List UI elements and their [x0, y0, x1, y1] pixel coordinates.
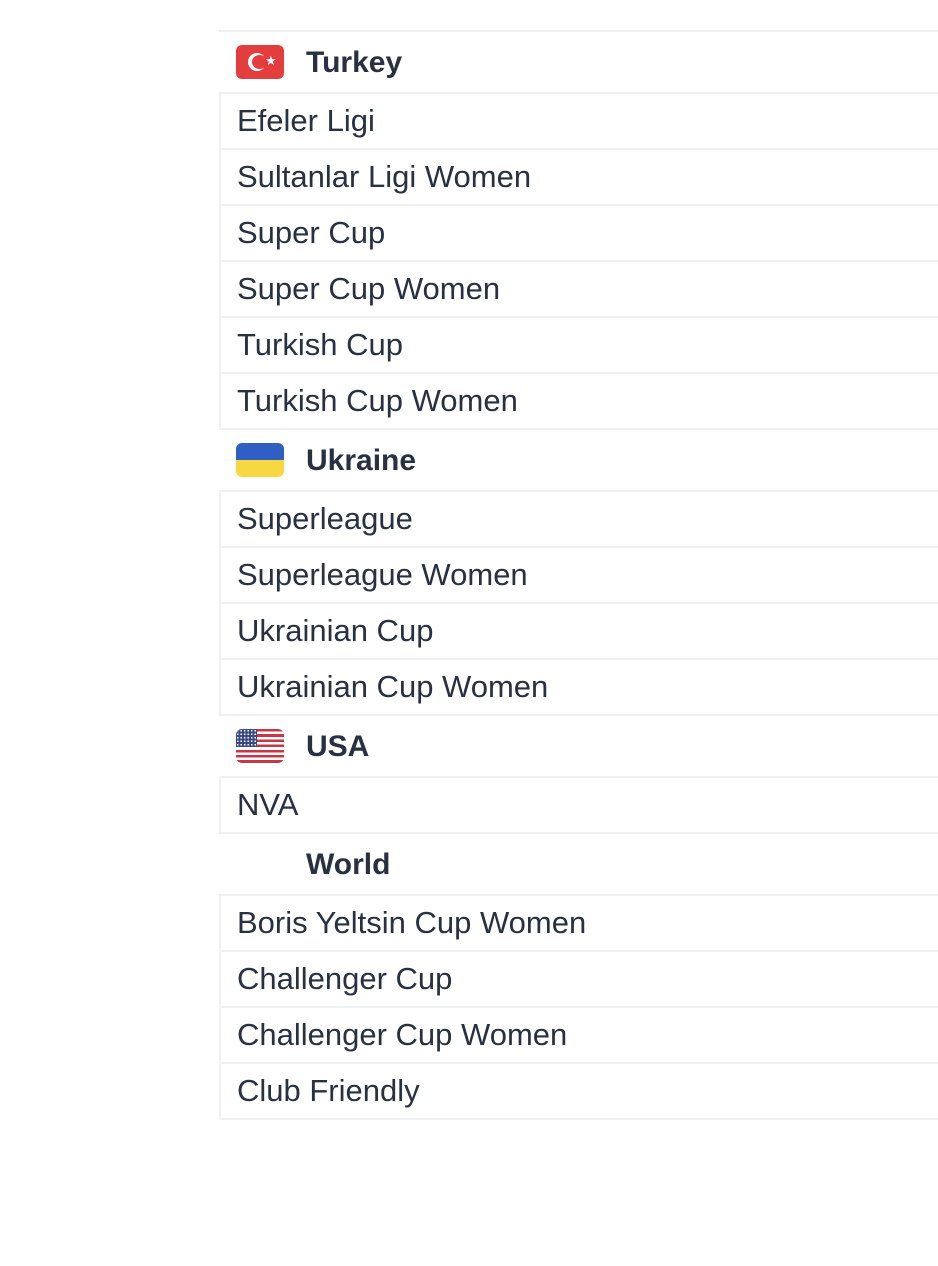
league-item-ukrainian-cup[interactable]: Ukrainian Cup	[219, 602, 938, 658]
league-label: Super Cup Women	[237, 271, 501, 306]
league-label: Club Friendly	[237, 1073, 420, 1108]
country-name: USA	[306, 730, 370, 763]
league-item-turkish-cup-women[interactable]: Turkish Cup Women	[219, 372, 938, 430]
league-item-super-cup-women[interactable]: Super Cup Women	[219, 260, 938, 316]
league-item-nva[interactable]: NVA	[219, 776, 938, 834]
league-item-superleague[interactable]: Superleague	[219, 490, 938, 546]
league-item-club-friendly[interactable]: Club Friendly	[219, 1062, 938, 1120]
league-item-sultanlar-ligi-women[interactable]: Sultanlar Ligi Women	[219, 148, 938, 204]
league-label: NVA	[237, 787, 299, 822]
league-label: Ukrainian Cup	[237, 613, 434, 648]
country-name: Ukraine	[306, 444, 417, 477]
league-list: ★ Turkey Efeler Ligi Sultanlar Ligi Wome…	[219, 30, 938, 1120]
country-group-ukraine: Ukraine Superleague Superleague Women Uk…	[219, 430, 938, 716]
ukraine-flag-icon	[236, 443, 284, 477]
league-label: Ukrainian Cup Women	[237, 669, 549, 704]
country-header-ukraine: Ukraine	[219, 430, 938, 490]
league-item-super-cup[interactable]: Super Cup	[219, 204, 938, 260]
league-label: Efeler Ligi	[237, 103, 375, 138]
league-label: Turkish Cup	[237, 327, 403, 362]
country-name: World	[306, 848, 391, 881]
league-item-ukrainian-cup-women[interactable]: Ukrainian Cup Women	[219, 658, 938, 716]
league-label: Challenger Cup	[237, 961, 453, 996]
league-label: Superleague	[237, 501, 413, 536]
country-header-usa: USA	[219, 716, 938, 776]
league-label: Boris Yeltsin Cup Women	[237, 905, 587, 940]
league-label: Super Cup	[237, 215, 386, 250]
country-group-usa: USA NVA	[219, 716, 938, 834]
league-item-efeler-ligi[interactable]: Efeler Ligi	[219, 92, 938, 148]
league-label: Turkish Cup Women	[237, 383, 518, 418]
league-item-challenger-cup[interactable]: Challenger Cup	[219, 950, 938, 1006]
league-label: Sultanlar Ligi Women	[237, 159, 532, 194]
country-group-turkey: ★ Turkey Efeler Ligi Sultanlar Ligi Wome…	[219, 30, 938, 430]
league-item-superleague-women[interactable]: Superleague Women	[219, 546, 938, 602]
country-name: Turkey	[306, 46, 403, 79]
league-label: Challenger Cup Women	[237, 1017, 568, 1052]
league-label: Superleague Women	[237, 557, 528, 592]
turkey-flag-icon: ★	[236, 45, 284, 79]
league-item-boris-yeltsin-cup-women[interactable]: Boris Yeltsin Cup Women	[219, 894, 938, 950]
country-header-world: World	[219, 834, 938, 894]
league-item-turkish-cup[interactable]: Turkish Cup	[219, 316, 938, 372]
country-group-world: World Boris Yeltsin Cup Women Challenger…	[219, 834, 938, 1120]
world-flag-placeholder	[236, 847, 284, 881]
usa-flag-icon	[236, 729, 284, 763]
league-item-challenger-cup-women[interactable]: Challenger Cup Women	[219, 1006, 938, 1062]
country-header-turkey: ★ Turkey	[219, 30, 938, 92]
